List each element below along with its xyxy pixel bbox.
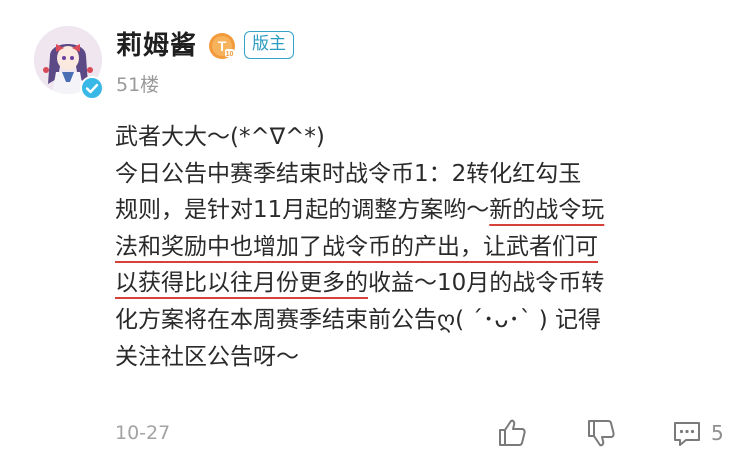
post-date: 10-27 xyxy=(115,422,171,444)
thumbs-down-icon[interactable] xyxy=(584,416,618,450)
underlined-text: 以获得 xyxy=(115,270,184,297)
username[interactable]: 莉姆酱 xyxy=(116,28,197,64)
floor-number: 51楼 xyxy=(116,74,160,96)
content-text: 今日公告中赛季结束时战令币1：2转化红勾玉 xyxy=(115,160,582,187)
content-text: 收益～10月的战令币转 xyxy=(368,270,605,297)
content-line: 今日公告中赛季结束时战令币1：2转化红勾玉 xyxy=(115,156,725,193)
verified-check-icon xyxy=(80,76,104,100)
content-line: 法和奖励中也增加了战令币的产出，让武者们可 xyxy=(115,229,725,266)
level-t-icon: T 10 xyxy=(208,32,236,60)
content-line: 关注社区公告呀～ xyxy=(115,339,725,376)
thumbs-up-icon[interactable] xyxy=(495,416,529,450)
content-text: 关注社区公告呀～ xyxy=(115,343,299,370)
content-text: 武者大大～(*^∇^*) xyxy=(115,124,325,150)
comment-content: 武者大大～(*^∇^*) 今日公告中赛季结束时战令币1：2转化红勾玉 规则，是针… xyxy=(115,119,725,375)
content-line: 规则，是针对11月起的调整方案哟～新的战令玩 xyxy=(115,192,725,229)
moderator-badge: 版主 xyxy=(244,31,294,59)
comment-post: 莉姆酱 T 10 版主 51楼 武者大大～(*^∇^*) 今日公告中赛季结束时战… xyxy=(0,0,750,458)
comment-icon[interactable] xyxy=(670,416,704,450)
content-line: 化方案将在本周赛季结束前公告ღ( ´･ᴗ･` ) 记得 xyxy=(115,302,725,339)
content-text: 规则，是针对11月起的调整方案哟～ xyxy=(115,197,490,224)
content-text: 化方案将在本周赛季结束前公告ღ( ´･ᴗ･` ) 记得 xyxy=(115,306,602,333)
svg-text:10: 10 xyxy=(226,51,234,58)
underlined-text: 法和奖励中也增加了战令币的产出，让武者们可 xyxy=(115,233,598,260)
content-line: 武者大大～(*^∇^*) xyxy=(115,119,725,156)
underlined-text: 新的战令玩 xyxy=(489,197,605,224)
comment-count: 5 xyxy=(711,421,724,445)
underlined-text: 比以往月份更多的 xyxy=(184,270,368,297)
content-line: 以获得比以往月份更多的收益～10月的战令币转 xyxy=(115,265,725,302)
